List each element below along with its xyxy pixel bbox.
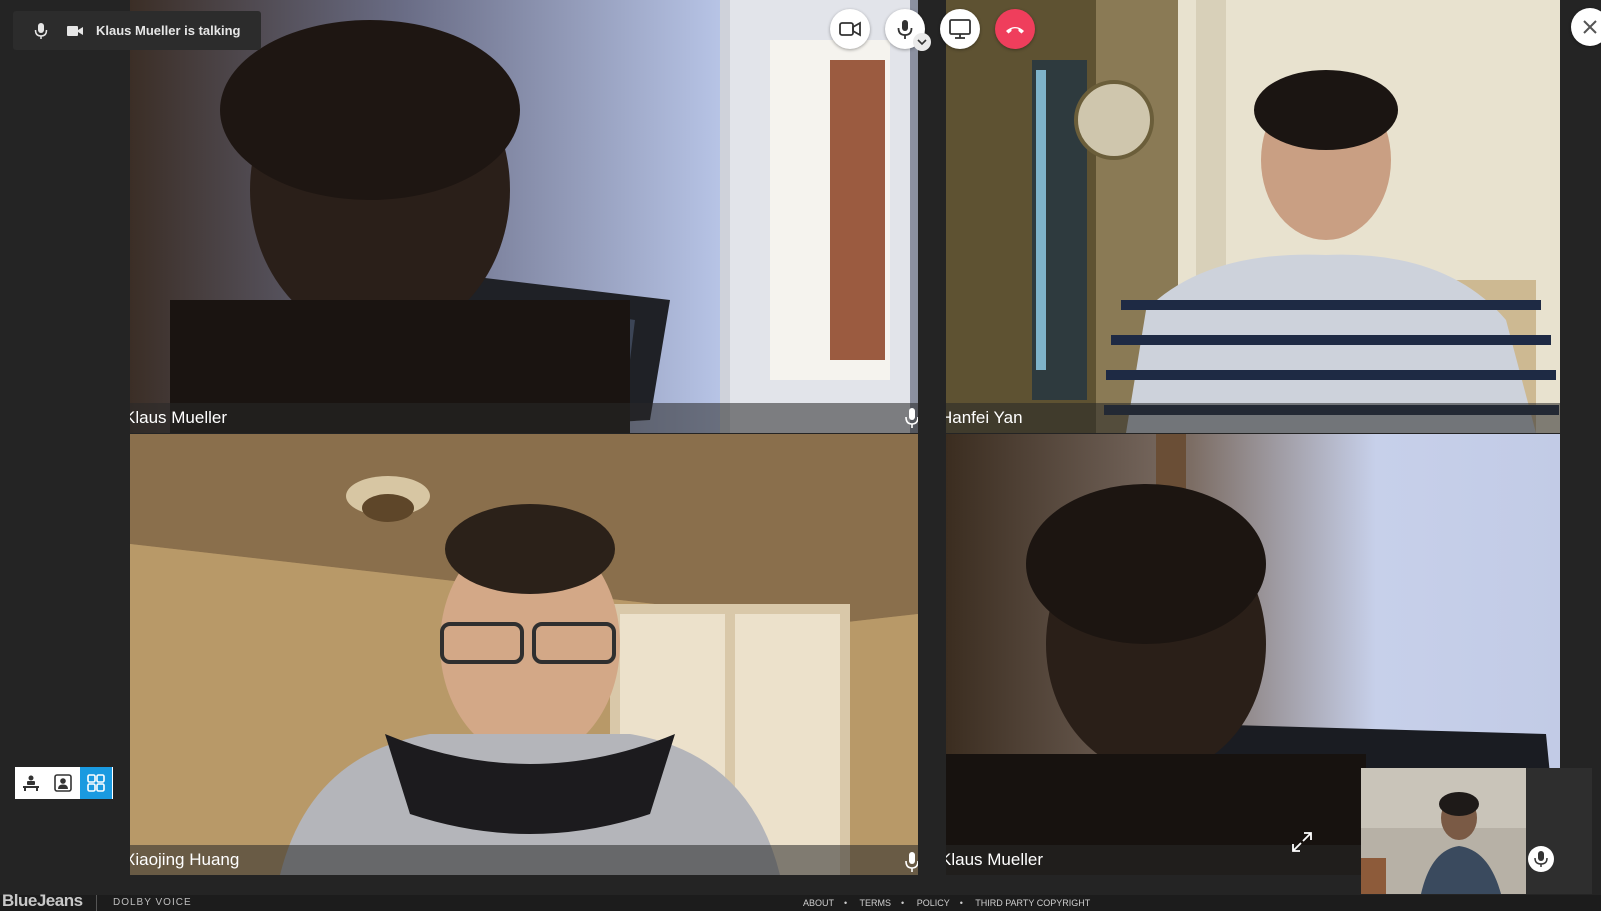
- nameplate: [946, 403, 1560, 433]
- video-camera-icon: [67, 26, 83, 36]
- expand-icon[interactable]: [1290, 830, 1314, 854]
- brand-logo: BlueJeans: [2, 891, 83, 910]
- talking-status-text: Klaus Mueller is talking: [96, 23, 241, 38]
- footer-link-policy[interactable]: POLICY: [917, 898, 950, 908]
- footer-separator: •: [959, 898, 963, 908]
- layout-switcher: [15, 767, 113, 799]
- self-view-preview[interactable]: [1361, 768, 1592, 894]
- participant-name: Klaus Mueller: [130, 408, 227, 427]
- mic-options-dropdown[interactable]: [913, 33, 931, 51]
- microphone-icon: [905, 852, 918, 872]
- participant-name: Hanfei Yan: [946, 408, 1023, 427]
- self-video-feed: [1361, 768, 1526, 894]
- speaker-view-icon: [54, 774, 72, 792]
- microphone-icon: [34, 23, 48, 39]
- footer: BlueJeans DOLBY VOICE ABOUT • TERMS • POLI…: [0, 891, 1601, 911]
- nameplate: [130, 403, 918, 433]
- phone-hangup-icon: [1006, 27, 1024, 34]
- video-tile-klaus-mueller[interactable]: Klaus Mueller: [130, 0, 918, 433]
- participant-name: Xiaojing Huang: [130, 850, 240, 869]
- footer-link-third-party-copyright[interactable]: THIRD PARTY COPYRIGHT: [975, 898, 1090, 908]
- footer-separator: •: [844, 898, 848, 908]
- active-speaker-indicator: Klaus Mueller is talking: [13, 11, 261, 50]
- video-camera-icon: [839, 21, 861, 37]
- footer-divider: [96, 895, 97, 911]
- partner-logo: DOLBY VOICE: [113, 897, 192, 908]
- footer-link-terms[interactable]: TERMS: [860, 898, 892, 908]
- screen-share-button[interactable]: [940, 9, 980, 49]
- footer-links: ABOUT • TERMS • POLICY • THIRD PARTY COPYRI…: [803, 898, 1100, 908]
- gallery-view-button[interactable]: [80, 767, 112, 799]
- monitor-icon: [949, 19, 971, 39]
- participant-video-feed: [946, 0, 1560, 433]
- people-view-button[interactable]: [15, 767, 47, 799]
- footer-separator: •: [901, 898, 905, 908]
- participant-name: Klaus Mueller: [946, 850, 1043, 869]
- gallery-view-icon: [87, 774, 105, 792]
- footer-link-about[interactable]: ABOUT: [803, 898, 834, 908]
- video-tile-xiaojing-huang[interactable]: Xiaojing Huang: [130, 434, 918, 875]
- camera-toggle-button[interactable]: [830, 9, 870, 49]
- participant-video-feed: [130, 0, 918, 433]
- nameplate: [130, 845, 918, 875]
- chevron-down-icon: [917, 39, 927, 46]
- participant-video-feed: [130, 434, 918, 875]
- people-view-icon: [23, 775, 39, 791]
- microphone-icon: [905, 408, 918, 428]
- speaker-view-button[interactable]: [47, 767, 79, 799]
- video-tile-hanfei-yan[interactable]: Hanfei Yan: [946, 0, 1560, 433]
- leave-meeting-button[interactable]: [995, 9, 1035, 49]
- self-mic-icon[interactable]: [1527, 845, 1555, 873]
- close-icon: [1583, 20, 1597, 34]
- close-button[interactable]: [1571, 8, 1601, 46]
